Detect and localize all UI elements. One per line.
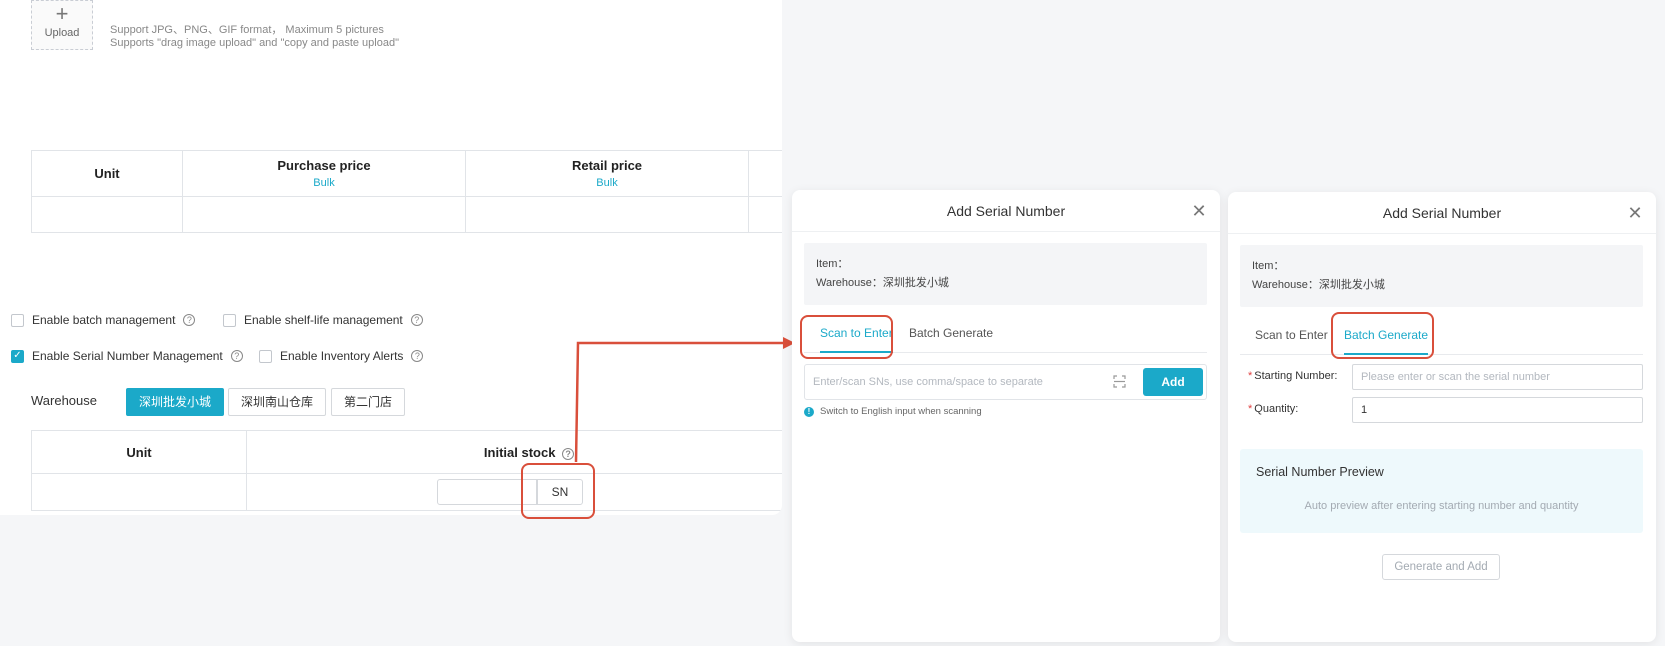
batch-tab-highlight-box [1331,312,1434,359]
warehouse-option-1[interactable]: 深圳批发小城 [126,388,225,416]
shelf-life-checkbox[interactable] [223,313,236,327]
stock-col-unit: Unit [31,430,247,474]
add-serial-dialog-scan: Add Serial Number ✕ Item： Warehouse：深圳批发… [792,190,1220,642]
plus-icon: + [55,1,69,26]
option-serial-number[interactable]: ✓ Enable Serial Number Management ? [11,349,243,363]
serial-number-label: Enable Serial Number Management [32,349,223,363]
serial-preview-panel: Serial Number Preview Auto preview after… [1240,449,1643,533]
price-table: Unit Purchase price Bulk Retail price Bu… [31,150,782,233]
scan-tip-text: Switch to English input when scanning [820,406,982,417]
option-batch-management[interactable]: Enable batch management ? [11,313,196,327]
warehouse-info: Warehouse：深圳批发小城 [816,277,949,289]
item-info: Item： Warehouse：深圳批发小城 [1240,245,1643,307]
close-icon[interactable]: ✕ [1626,204,1644,222]
add-serial-dialog-batch: Add Serial Number ✕ Item： Warehouse：深圳批发… [1228,192,1656,642]
starting-number-row: * Starting Number: [1240,364,1643,390]
warehouse-option-2[interactable]: 深圳南山仓库 [228,388,327,416]
serial-number-checkbox[interactable]: ✓ [11,349,24,363]
price-col-extra [748,150,782,197]
tab-batch-generate[interactable]: Batch Generate [909,323,993,353]
item-label: Item： [816,258,849,270]
starting-number-label: * Starting Number: [1248,370,1338,382]
quantity-label: * Quantity: [1248,403,1299,415]
price-cell[interactable] [748,196,782,233]
close-icon[interactable]: ✕ [1190,202,1208,220]
generate-and-add-button[interactable]: Generate and Add [1382,554,1500,580]
quantity-input[interactable] [1352,397,1643,423]
item-info: Item： Warehouse：深圳批发小城 [804,243,1207,305]
dialog-title: Add Serial Number [1228,192,1656,234]
quantity-row: * Quantity: [1240,397,1643,423]
help-icon[interactable]: ? [411,350,424,362]
price-col-unit: Unit [31,150,183,197]
preview-title: Serial Number Preview [1256,465,1384,479]
upload-button[interactable]: + Upload [31,0,93,50]
purchase-bulk-link[interactable]: Bulk [183,177,465,189]
help-icon[interactable]: ? [410,314,423,326]
scan-input-group: Add [804,364,1207,400]
tab-scan-to-enter[interactable]: Scan to Enter [1255,325,1328,355]
retail-price-header: Retail price [571,158,643,173]
shelf-life-label: Enable shelf-life management [244,313,403,327]
sn-scan-input[interactable] [813,373,1103,391]
purchase-price-header: Purchase price [277,158,371,173]
product-form-panel: + Upload Support JPG、PNG、GIF format， Max… [0,0,782,515]
scan-tip: ! Switch to English input when scanning [804,406,982,417]
batch-label: Enable batch management [32,313,176,327]
scan-tab-highlight-box [800,315,893,359]
scan-icon[interactable] [1113,375,1126,388]
add-button[interactable]: Add [1143,368,1203,396]
info-icon: ! [804,406,814,417]
inventory-alerts-label: Enable Inventory Alerts [280,349,404,363]
item-label: Item： [1252,260,1285,272]
warehouse-label: Warehouse [31,393,97,408]
starting-number-input[interactable] [1352,364,1643,390]
inventory-alerts-checkbox[interactable] [259,349,272,363]
price-cell[interactable] [182,196,466,233]
upload-tip-methods: Supports "drag image upload" and "copy a… [110,37,399,49]
warehouse-option-3[interactable]: 第二门店 [331,388,406,416]
price-col-retail: Retail price Bulk [465,150,749,197]
stock-col-initial: Initial stock ? [246,430,782,474]
preview-hint: Auto preview after entering starting num… [1304,500,1579,512]
price-cell[interactable] [31,196,183,233]
warehouse-info: Warehouse：深圳批发小城 [1252,279,1385,291]
initial-stock-header: Initial stock [483,444,556,460]
stock-table: Unit Initial stock ? [31,430,782,511]
batch-checkbox[interactable] [11,313,24,327]
sn-highlight-box [521,463,595,519]
dialog-title: Add Serial Number [792,190,1220,232]
help-icon[interactable]: ? [562,447,575,460]
dialog-tabs: Scan to Enter Batch Generate [1240,325,1643,355]
retail-bulk-link[interactable]: Bulk [466,177,748,189]
upload-label: Upload [44,27,80,39]
option-shelf-life[interactable]: Enable shelf-life management ? [223,313,423,327]
option-inventory-alerts[interactable]: Enable Inventory Alerts ? [259,349,424,363]
price-col-purchase: Purchase price Bulk [182,150,466,197]
stock-cell [31,473,247,511]
price-cell[interactable] [465,196,749,233]
help-icon[interactable]: ? [230,350,243,362]
help-icon[interactable]: ? [183,314,196,326]
upload-tip-formats: Support JPG、PNG、GIF format， Maximum 5 pi… [110,24,384,36]
